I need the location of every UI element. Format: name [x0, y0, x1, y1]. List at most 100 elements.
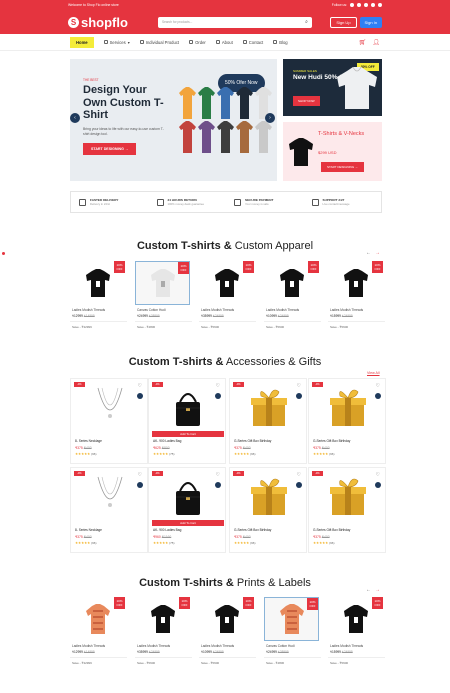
gift-product-card[interactable]: -0% ♡ 8- Series Necklage ₹375 ₹400 ★★★★★…	[70, 467, 148, 553]
signup-button[interactable]: Sign Up	[330, 16, 357, 28]
heart-icon[interactable]: ♡	[138, 383, 142, 389]
product-image[interactable]	[85, 384, 135, 432]
product-image[interactable]	[163, 384, 213, 432]
product-card[interactable]: 10% OFF Ladies Modish Threads ₹12999 ₹14…	[70, 261, 127, 329]
section1-prev-icon[interactable]: ←	[366, 250, 371, 256]
heart-icon[interactable]: ♡	[216, 472, 220, 478]
pinterest-icon[interactable]	[364, 3, 368, 7]
gift-product-card[interactable]: -0% ♡ G-Series Gift Box Birthday ₹375 ₹4…	[229, 378, 307, 464]
product-card[interactable]: 10% OFF Ladies Modish Threads ₹10999 ₹24…	[264, 261, 321, 329]
gift-product-card[interactable]: -0% ♡ Add To Cart AK- 900 Ladies Bag ₹96…	[148, 467, 226, 553]
section3-next-icon[interactable]: →	[375, 587, 380, 593]
add-to-cart-button[interactable]: Add To Cart	[152, 431, 224, 437]
promo2-button[interactable]: START DESIGNING →	[321, 162, 365, 172]
product-card[interactable]: 10% OFF Ladies Modish Threads ₹12999 ₹14…	[70, 597, 127, 665]
product-name[interactable]: Ladies Modish Threads	[199, 644, 256, 648]
nav-about[interactable]: About	[215, 40, 233, 45]
product-image[interactable]	[244, 473, 294, 521]
cart-button-icon[interactable]	[296, 393, 302, 399]
cart-icon[interactable]: 🛒︎	[359, 39, 367, 46]
heart-icon[interactable]: ♡	[297, 383, 301, 389]
gift-product-card[interactable]: -0% ♡ G-Series Gift Box Birthday ₹375 ₹4…	[308, 467, 386, 553]
nav-home[interactable]: Home	[70, 36, 94, 48]
twitter-icon[interactable]	[350, 3, 354, 7]
product-name[interactable]: Ladies Modish Threads	[328, 308, 385, 312]
product-card[interactable]: 10% OFF Ladies Modish Threads ₹35999 ₹24…	[135, 597, 192, 665]
product-image[interactable]: 10% OFF	[199, 597, 254, 641]
product-name[interactable]: Canvas Cotton Hudi	[135, 308, 192, 312]
facebook-icon[interactable]	[357, 3, 361, 7]
promo-hoodie-banner[interactable]: SUMMER SALES New Hudi 50% Off SHOP NOW 5…	[283, 59, 382, 116]
product-name[interactable]: AK- 900 Ladies Bag	[153, 528, 181, 532]
promo-tshirts-banner[interactable]: T-Shirts & V-Necks $299 USD START DESIGN…	[283, 122, 382, 181]
gift-product-card[interactable]: -0% ♡ G-Series Gift Box Birthday ₹375 ₹4…	[308, 378, 386, 464]
product-image[interactable]: 10% OFF	[264, 597, 319, 641]
instagram-icon[interactable]	[378, 3, 382, 7]
cart-button-icon[interactable]	[375, 482, 381, 488]
view-all-link[interactable]: View All	[367, 371, 380, 375]
heart-icon[interactable]: ♡	[216, 383, 220, 389]
cart-button-icon[interactable]	[215, 393, 221, 399]
nav-blog[interactable]: Blog	[273, 40, 288, 45]
cart-button-icon[interactable]	[137, 482, 143, 488]
product-name[interactable]: Ladies Modish Threads	[70, 644, 127, 648]
product-image[interactable]: 10% OFF	[70, 261, 125, 305]
nav-individual-product[interactable]: Individual Product	[139, 40, 179, 45]
heart-icon[interactable]: ♡	[376, 383, 380, 389]
product-card[interactable]: 10% OFF Ladies Modish Threads ₹15999 ₹24…	[328, 261, 385, 329]
product-image[interactable]	[163, 473, 213, 521]
product-name[interactable]: 8- Series Necklage	[75, 439, 102, 443]
nav-order[interactable]: Order	[189, 40, 206, 45]
gift-product-card[interactable]: -0% ♡ G-Series Gift Box Birthday ₹375 ₹4…	[229, 467, 307, 553]
cart-button-icon[interactable]	[137, 393, 143, 399]
heart-icon[interactable]: ♡	[138, 472, 142, 478]
product-image[interactable]	[323, 384, 373, 432]
search-input[interactable]: Search for products... ⌕	[157, 16, 312, 28]
start-designing-button[interactable]: START DESIGNING →	[83, 143, 137, 155]
cart-button-icon[interactable]	[296, 482, 302, 488]
product-image[interactable]: 10% OFF	[135, 597, 190, 641]
product-card[interactable]: 10% OFF Canvas Cotton Hudi ₹24999 ₹38999…	[135, 261, 192, 329]
section1-next-icon[interactable]: →	[375, 250, 380, 256]
product-name[interactable]: Ladies Modish Threads	[328, 644, 385, 648]
heart-icon[interactable]: ♡	[297, 472, 301, 478]
product-name[interactable]: G-Series Gift Box Birthday	[234, 528, 271, 532]
product-name[interactable]: 8- Series Necklage	[75, 528, 102, 532]
section3-prev-icon[interactable]: ←	[366, 587, 371, 593]
product-image[interactable]	[244, 384, 294, 432]
prev-arrow-icon[interactable]: ‹	[70, 113, 80, 123]
product-image[interactable]	[323, 473, 373, 521]
product-image[interactable]	[85, 473, 135, 521]
cart-button-icon[interactable]	[215, 482, 221, 488]
product-card[interactable]: 10% OFF Ladies Modish Threads ₹15999 ₹24…	[328, 597, 385, 665]
signin-button[interactable]: Sign In	[359, 16, 382, 28]
product-image[interactable]: 10% OFF	[328, 261, 383, 305]
product-image[interactable]: 10% OFF	[199, 261, 254, 305]
nav-contact[interactable]: Contact	[242, 40, 263, 45]
product-card[interactable]: 10% OFF Ladies Modish Threads ₹10999 ₹24…	[199, 597, 256, 665]
gift-product-card[interactable]: -0% ♡ 8- Series Necklage ₹375 ₹400 ★★★★★…	[70, 378, 148, 464]
product-image[interactable]: 10% OFF	[328, 597, 383, 641]
gift-product-card[interactable]: -0% ♡ Add To Cart AK- 900 Ladies Bag ₹62…	[148, 378, 226, 464]
user-icon[interactable]: 👤︎	[372, 39, 380, 46]
heart-icon[interactable]: ♡	[376, 472, 380, 478]
product-name[interactable]: G-Series Gift Box Birthday	[313, 439, 350, 443]
product-name[interactable]: Canvas Cotton Hudi	[264, 644, 321, 648]
add-to-cart-button[interactable]: Add To Cart	[152, 520, 224, 526]
product-name[interactable]: G-Series Gift Box Birthday	[313, 528, 350, 532]
product-card[interactable]: 10% OFF Ladies Modish Threads ₹35999 ₹24…	[199, 261, 256, 329]
product-name[interactable]: Ladies Modish Threads	[264, 308, 321, 312]
product-image[interactable]: 10% OFF	[70, 597, 125, 641]
product-image[interactable]: 10% OFF	[135, 261, 190, 305]
youtube-icon[interactable]	[371, 3, 375, 7]
product-name[interactable]: Ladies Modish Threads	[70, 308, 127, 312]
product-name[interactable]: AK- 900 Ladies Bag	[153, 439, 181, 443]
nav-services[interactable]: Services ▾	[103, 40, 130, 45]
cart-button-icon[interactable]	[375, 393, 381, 399]
product-image[interactable]: 10% OFF	[264, 261, 319, 305]
logo[interactable]: Sshopflo	[68, 15, 128, 30]
product-name[interactable]: G-Series Gift Box Birthday	[234, 439, 271, 443]
promo-shop-button[interactable]: SHOP NOW	[293, 96, 320, 106]
product-card[interactable]: 10% OFF Canvas Cotton Hudi ₹24999 ₹38999…	[264, 597, 321, 665]
search-icon[interactable]: ⌕	[305, 19, 308, 25]
